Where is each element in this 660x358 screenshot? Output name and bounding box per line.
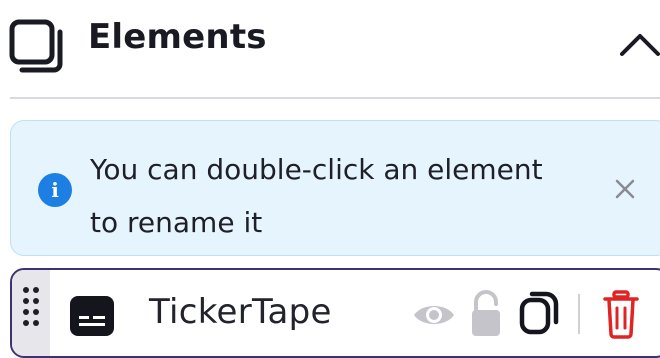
chevron-up-icon[interactable]: [610, 22, 660, 68]
drag-handle-icon: [23, 287, 39, 326]
ticker-widget-icon: [70, 296, 114, 336]
trash-icon[interactable]: [602, 288, 640, 340]
layers-icon: [9, 19, 63, 73]
drag-handle[interactable]: [12, 270, 50, 356]
element-name[interactable]: TickerTape: [149, 292, 332, 332]
info-message: You can double-click an element to renam…: [90, 143, 610, 249]
unlock-icon[interactable]: [468, 290, 504, 338]
info-icon: i: [38, 173, 72, 207]
info-banner: i You can double-click an element to ren…: [10, 120, 660, 256]
eye-icon[interactable]: [412, 298, 456, 332]
info-message-line-2: to rename it: [90, 206, 263, 239]
elements-panel-header: Elements: [0, 0, 660, 96]
duplicate-icon[interactable]: [516, 288, 562, 340]
header-divider: [10, 97, 660, 99]
close-icon[interactable]: [609, 173, 641, 205]
info-message-line-1: You can double-click an element: [90, 153, 543, 186]
element-row[interactable]: TickerTape: [10, 268, 660, 358]
panel-title: Elements: [88, 17, 267, 57]
actions-separator: [578, 294, 580, 334]
